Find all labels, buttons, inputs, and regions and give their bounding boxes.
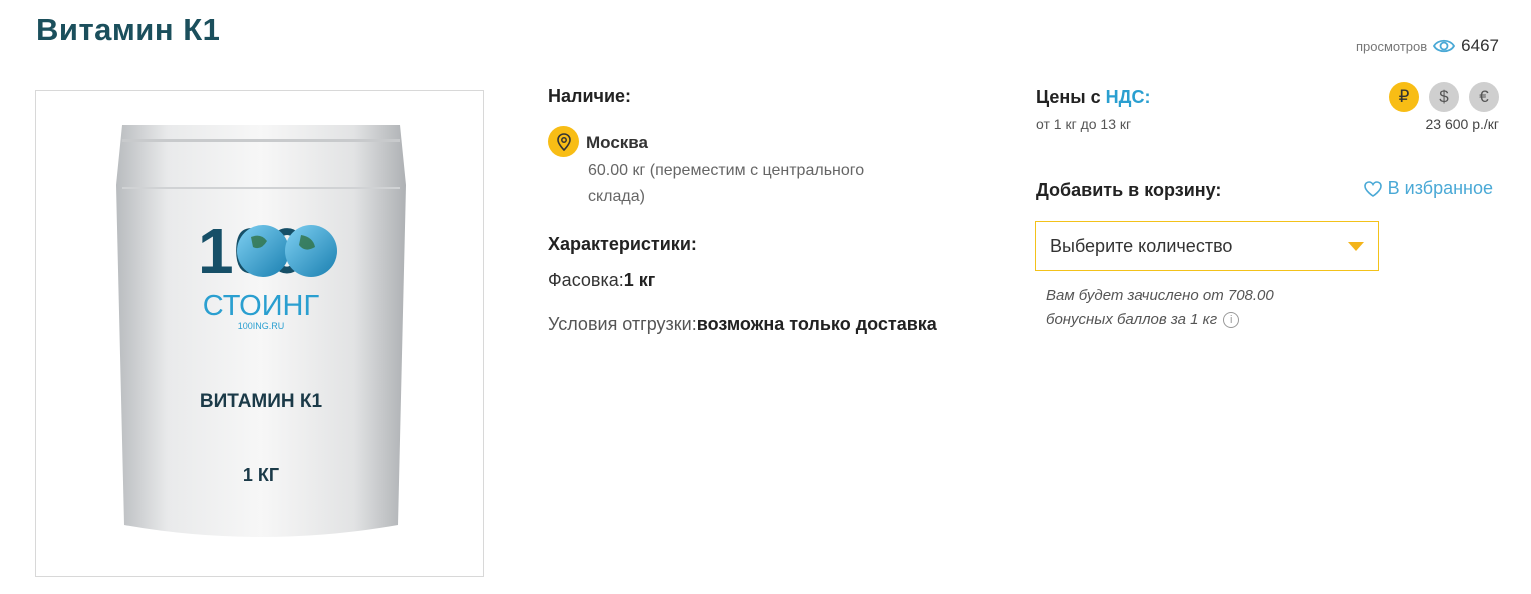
views-label: просмотров: [1355, 38, 1428, 54]
currency-usd-button[interactable]: $: [1429, 82, 1459, 112]
add-to-cart-label: Добавить в корзину:: [1036, 180, 1222, 200]
views-counter: просмотров 6467: [1356, 36, 1499, 56]
shipping-row: Условия отгрузки:возможна только доставк…: [548, 314, 937, 335]
brand-name: СТОИНГ: [203, 290, 320, 322]
views-count: 6467: [1461, 36, 1499, 55]
characteristics-label: Характеристики:: [548, 234, 697, 254]
packing-value: 1 кг: [623, 270, 656, 290]
nds-link[interactable]: НДС:: [1106, 87, 1151, 107]
stock-info: 60.00 кг (переместим с центрального скла…: [588, 162, 865, 205]
shipping-key: Условия отгрузки:: [548, 314, 697, 334]
location-pin-icon: [548, 126, 579, 157]
price-range: от 1 кг до 13 кг: [1036, 116, 1132, 132]
packing-row: Фасовка:1 кг: [548, 270, 655, 291]
bonus-info: Вам будет зачислено от 708.00 бонусных б…: [1046, 284, 1274, 332]
eye-icon: [1433, 39, 1456, 53]
currency-switcher: ₽ $ €: [1389, 82, 1499, 112]
price-label: Цены с НДС:: [1036, 87, 1150, 108]
page-title: Витамин К1: [36, 12, 221, 47]
info-icon[interactable]: i: [1223, 312, 1240, 328]
shipping-value: возможна только доставка: [696, 314, 937, 334]
heart-icon: [1363, 180, 1382, 197]
price-value: 23 600 р./кг: [1425, 116, 1499, 132]
chevron-down-icon: [1348, 241, 1364, 251]
bonus-line-2: бонусных баллов за 1 кг: [1046, 311, 1218, 328]
price-label-prefix: Цены с: [1036, 87, 1106, 107]
brand-site: 100ING.RU: [238, 321, 285, 331]
currency-rub-button[interactable]: ₽: [1389, 82, 1419, 112]
availability-label: Наличие:: [548, 86, 632, 106]
city-name: Москва: [586, 133, 648, 152]
quantity-select[interactable]: Выберите количество: [1035, 221, 1379, 271]
bonus-line-1: Вам будет зачислено от 708.00: [1046, 287, 1274, 304]
product-image[interactable]: 100 СТОИНГ 100ING.RU ВИТАМИН К1 1 КГ: [35, 90, 484, 577]
favorite-label: В избранное: [1387, 178, 1493, 198]
quantity-select-placeholder: Выберите количество: [1050, 235, 1233, 256]
favorite-button[interactable]: В избранное: [1363, 178, 1493, 199]
product-package-image: 100 СТОИНГ 100ING.RU ВИТАМИН К1 1 КГ: [116, 125, 406, 537]
currency-eur-button[interactable]: €: [1469, 82, 1499, 112]
label-weight: 1 КГ: [243, 465, 279, 485]
label-name: ВИТАМИН К1: [200, 391, 323, 412]
packing-key: Фасовка:: [548, 270, 624, 290]
